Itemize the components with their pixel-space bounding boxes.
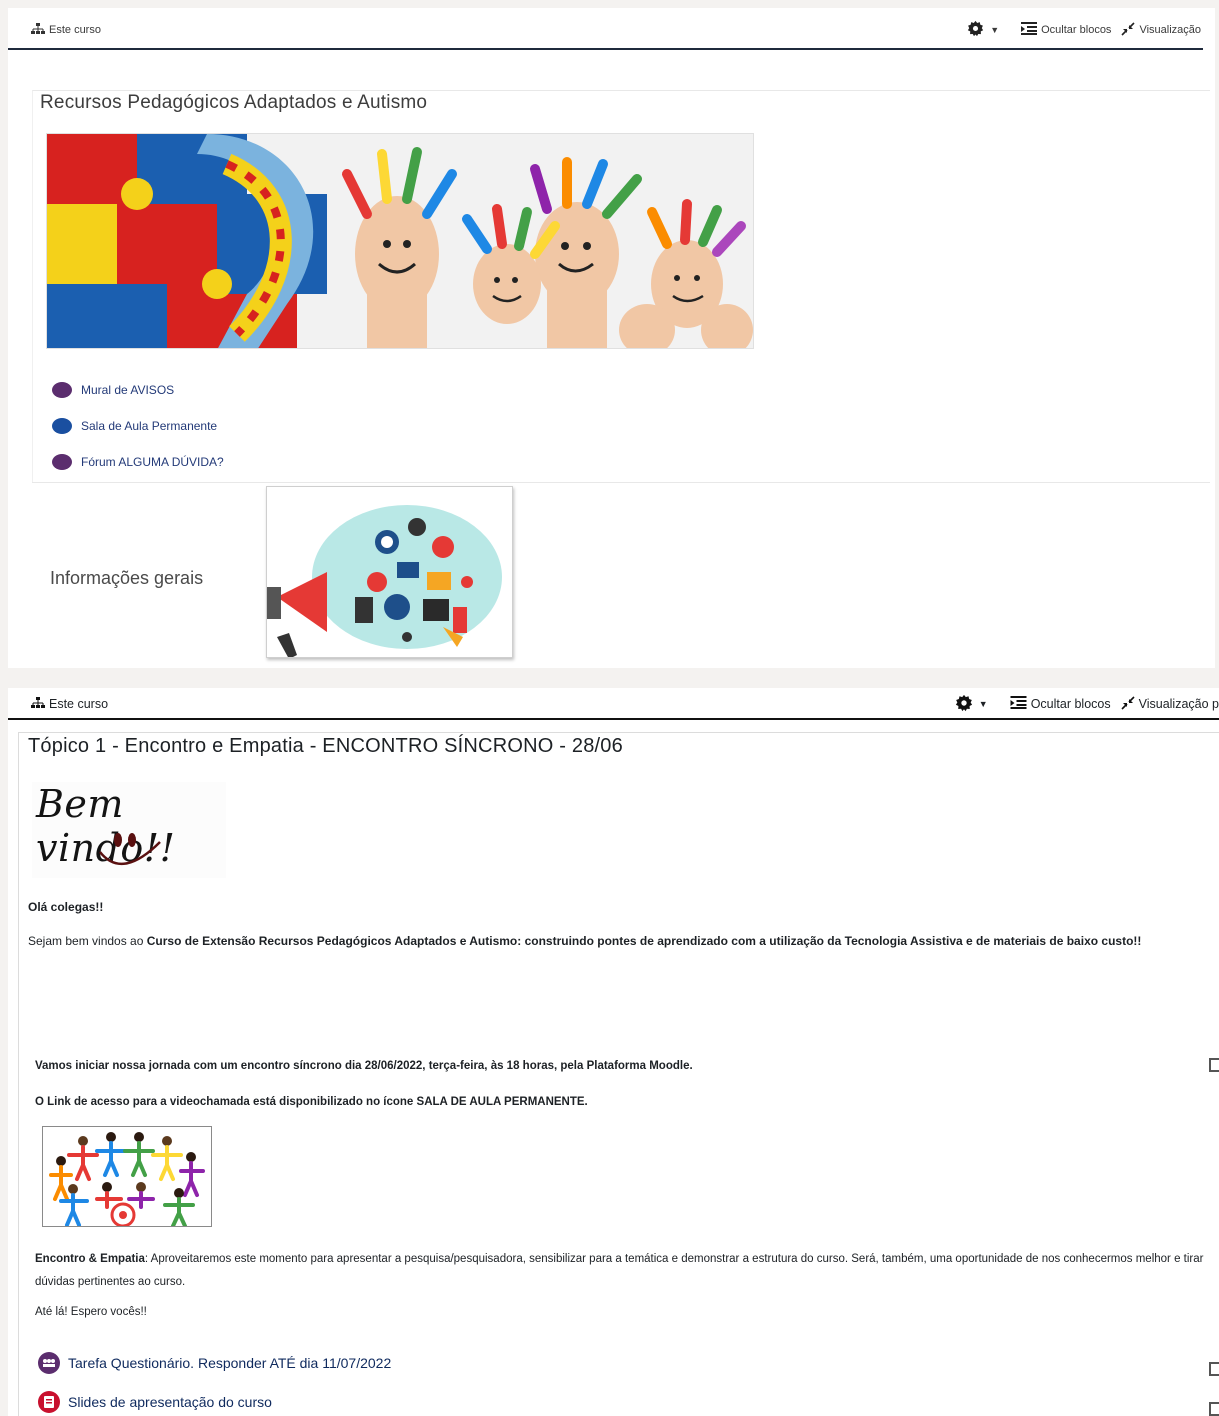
navbar-divider xyxy=(8,718,1219,720)
activity-sala-aula[interactable]: Sala de Aula Permanente xyxy=(52,408,224,444)
course-full-name: Curso de Extensão Recursos Pedagógicos A… xyxy=(146,934,1142,948)
fullscreen-toggle-button[interactable]: Visualização xyxy=(1121,21,1201,39)
sitemap-icon xyxy=(30,22,46,38)
compress-icon xyxy=(1121,21,1136,39)
autism-awareness-banner xyxy=(46,133,754,349)
course-nav-link[interactable]: Este curso xyxy=(30,22,101,38)
gear-icon xyxy=(967,20,984,40)
pdf-icon xyxy=(38,1391,60,1413)
view-label: Visualização p xyxy=(1138,697,1219,711)
course-title: Recursos Pedagógicos Adaptados e Autismo xyxy=(40,92,428,113)
outdent-icon xyxy=(1021,22,1038,38)
empathy-text: : Aproveitaremos este momento para apres… xyxy=(35,1253,1204,1288)
welcome-image: Bem vindo!! xyxy=(32,782,226,878)
activity-tarefa-questionario[interactable]: Tarefa Questionário. Responder ATÉ dia 1… xyxy=(38,1352,391,1374)
forum-icon xyxy=(52,382,72,398)
activity-list: Mural de AVISOS Sala de Aula Permanente … xyxy=(52,372,224,480)
topic-screenshot: Este curso ▼ Ocultar blocos Visualização… xyxy=(8,688,1219,1416)
activity-label: Mural de AVISOS xyxy=(81,383,175,397)
sitemap-icon xyxy=(30,696,46,712)
empathy-paragraph: Encontro & Empatia: Aproveitaremos este … xyxy=(35,1248,1210,1294)
bigbluebutton-icon xyxy=(52,418,72,434)
completion-checkbox[interactable] xyxy=(1209,1058,1219,1072)
quiz-icon xyxy=(38,1352,60,1374)
activity-mural-avisos[interactable]: Mural de AVISOS xyxy=(52,372,224,408)
settings-menu-button[interactable]: ▼ xyxy=(955,694,1000,715)
settings-menu-button[interactable]: ▼ xyxy=(967,20,1011,40)
navbar-divider xyxy=(8,48,1203,50)
course-nav-link[interactable]: Este curso xyxy=(30,696,109,712)
hide-blocks-label: Ocultar blocos xyxy=(1030,697,1111,711)
gear-icon xyxy=(955,694,973,715)
general-section-frame xyxy=(32,482,1210,668)
hide-blocks-button[interactable]: Ocultar blocos xyxy=(1010,696,1111,712)
link-info-paragraph: O Link de acesso para a videochamada est… xyxy=(35,1096,588,1108)
activity-label: Tarefa Questionário. Responder ATÉ dia 1… xyxy=(68,1355,392,1371)
smiley-icon xyxy=(99,833,161,866)
outdent-icon xyxy=(1010,696,1027,712)
course-home-screenshot: Este curso ▼ Ocultar blocos Visualização xyxy=(8,8,1215,668)
secondary-navbar: Este curso ▼ Ocultar blocos Visualização… xyxy=(8,688,1219,720)
megaphone-image xyxy=(266,486,513,658)
greeting-text: Olá colegas!! xyxy=(28,900,104,914)
general-section-title: Informações gerais xyxy=(50,568,204,588)
activity-label: Slides de apresentação do curso xyxy=(68,1394,272,1410)
meeting-paragraph: Vamos iniciar nossa jornada com um encon… xyxy=(35,1060,693,1072)
completion-checkbox[interactable] xyxy=(1209,1402,1219,1416)
activity-forum-duvida[interactable]: Fórum ALGUMA DÚVIDA? xyxy=(52,444,224,480)
intro-prefix: Sejam bem vindos ao xyxy=(28,934,147,948)
course-nav-label: Este curso xyxy=(49,24,101,36)
empathy-title: Encontro & Empatia xyxy=(35,1253,145,1265)
activity-slides[interactable]: Slides de apresentação do curso xyxy=(38,1391,272,1413)
view-label: Visualização xyxy=(1139,24,1201,36)
fullscreen-toggle-button[interactable]: Visualização p xyxy=(1121,695,1219,713)
compress-icon xyxy=(1121,695,1135,713)
secondary-navbar: Este curso ▼ Ocultar blocos Visualização xyxy=(8,10,1215,50)
intro-paragraph: Sejam bem vindos ao Curso de Extensão Re… xyxy=(28,934,1141,948)
forum-icon xyxy=(52,454,72,470)
hide-blocks-label: Ocultar blocos xyxy=(1041,24,1112,36)
activity-label: Sala de Aula Permanente xyxy=(81,419,218,433)
completion-checkbox[interactable] xyxy=(1209,1362,1219,1376)
chevron-down-icon: ▼ xyxy=(990,25,1000,35)
inclusion-circle-image xyxy=(42,1126,212,1227)
activity-label: Fórum ALGUMA DÚVIDA? xyxy=(81,455,224,469)
hide-blocks-button[interactable]: Ocultar blocos xyxy=(1021,22,1111,38)
chevron-down-icon: ▼ xyxy=(978,699,988,709)
course-nav-label: Este curso xyxy=(49,697,109,711)
closing-text: Até lá! Espero vocês!! xyxy=(35,1306,147,1318)
topic-title: Tópico 1 - Encontro e Empatia - ENCONTRO… xyxy=(28,735,623,757)
